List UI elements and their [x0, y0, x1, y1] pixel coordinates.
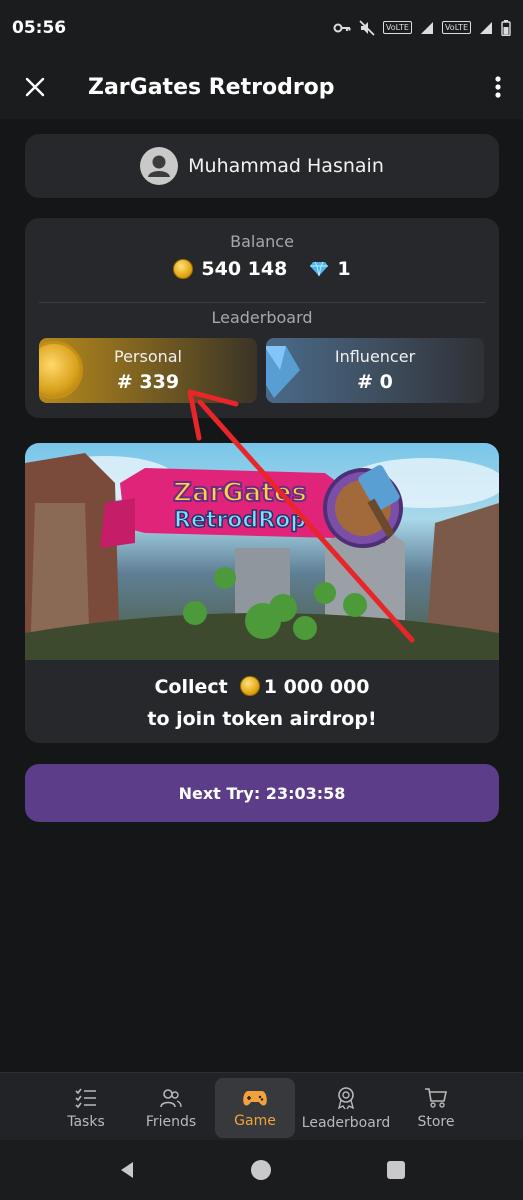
- balance-row: 540 148 1: [25, 258, 499, 280]
- nav-label: Game: [234, 1112, 276, 1129]
- award-icon: [337, 1086, 355, 1109]
- airdrop-line: to join token airdrop!: [147, 708, 377, 730]
- leaderboard-influencer-tile[interactable]: Influencer # 0: [266, 338, 484, 403]
- leaderboard-label: Leaderboard: [211, 308, 313, 327]
- friends-icon: [160, 1088, 182, 1107]
- close-icon: [25, 77, 45, 97]
- status-time: 05:56: [12, 17, 67, 38]
- gem-balance: 1: [337, 258, 351, 280]
- system-nav-bar: [0, 1140, 523, 1200]
- volte-badge: VoLTE: [382, 21, 412, 34]
- more-menu-button[interactable]: [473, 55, 523, 119]
- nav-item-friends[interactable]: Friends: [135, 1078, 207, 1138]
- balance-card: Balance 540 148 1 Leaderboard Personal #…: [25, 218, 499, 418]
- leaderboard-personal-tile[interactable]: Personal # 339: [39, 338, 257, 403]
- banner-title-line2: RetrodRop: [174, 508, 306, 533]
- nav-label: Leaderboard: [301, 1114, 391, 1131]
- promo-card: ZarGates RetrodRop Collect 1 000 000 to j…: [25, 443, 499, 743]
- cart-icon: [425, 1087, 447, 1108]
- next-try-button[interactable]: Next Try: 23:03:58: [25, 764, 499, 822]
- user-icon: [148, 155, 171, 177]
- coin-balance: 540 148: [201, 258, 288, 280]
- collect-prefix: Collect: [154, 676, 228, 698]
- personal-rank: # 339: [116, 371, 180, 393]
- retrodrop-banner-image: ZarGates RetrodRop: [25, 443, 499, 660]
- page-title: ZarGates Retrodrop: [88, 74, 335, 100]
- volte-badge: VoLTE: [441, 21, 471, 34]
- signal-icon: [420, 21, 434, 35]
- diamond-icon: [309, 261, 329, 277]
- close-button[interactable]: [0, 55, 70, 119]
- avatar: [140, 147, 179, 185]
- mute-icon: [359, 19, 375, 36]
- banner-title-line1: ZarGates: [173, 478, 307, 508]
- collect-amount: 1 000 000: [263, 676, 370, 698]
- coin-icon: [173, 259, 194, 279]
- nav-label: Tasks: [67, 1113, 105, 1130]
- battery-icon: [501, 19, 511, 36]
- nav-item-tasks[interactable]: Tasks: [50, 1078, 122, 1138]
- nav-label: Store: [417, 1113, 455, 1130]
- more-vertical-icon: [495, 76, 501, 98]
- recents-icon[interactable]: [386, 1160, 406, 1180]
- status-icons: VoLTE VoLTE: [333, 19, 511, 36]
- nav-item-leaderboard[interactable]: Leaderboard: [300, 1078, 392, 1138]
- status-bar: 05:56 VoLTE VoLTE: [0, 0, 523, 55]
- gamepad-icon: [243, 1090, 267, 1105]
- key-icon: [333, 22, 351, 34]
- coin-icon: [239, 676, 260, 696]
- signal-icon: [479, 21, 493, 35]
- balance-label: Balance: [230, 232, 294, 251]
- nav-item-game[interactable]: Game: [215, 1078, 295, 1138]
- user-name: Muhammad Hasnain: [188, 155, 384, 177]
- collect-line: Collect 1 000 000: [25, 671, 499, 703]
- app-bar: ZarGates Retrodrop: [0, 55, 523, 119]
- user-card[interactable]: Muhammad Hasnain: [25, 134, 499, 198]
- tasks-icon: [75, 1088, 96, 1108]
- nav-item-store[interactable]: Store: [400, 1078, 472, 1138]
- back-icon[interactable]: [117, 1160, 137, 1180]
- personal-title: Personal: [113, 347, 182, 366]
- bottom-nav: Tasks Friends Game Leaderboard Store: [0, 1072, 523, 1140]
- influencer-rank: # 0: [357, 371, 393, 393]
- divider: [39, 302, 485, 303]
- nav-label: Friends: [145, 1113, 197, 1130]
- home-icon[interactable]: [250, 1159, 272, 1181]
- promo-text: Collect 1 000 000 to join token airdrop!: [25, 671, 499, 735]
- influencer-title: Influencer: [334, 347, 416, 366]
